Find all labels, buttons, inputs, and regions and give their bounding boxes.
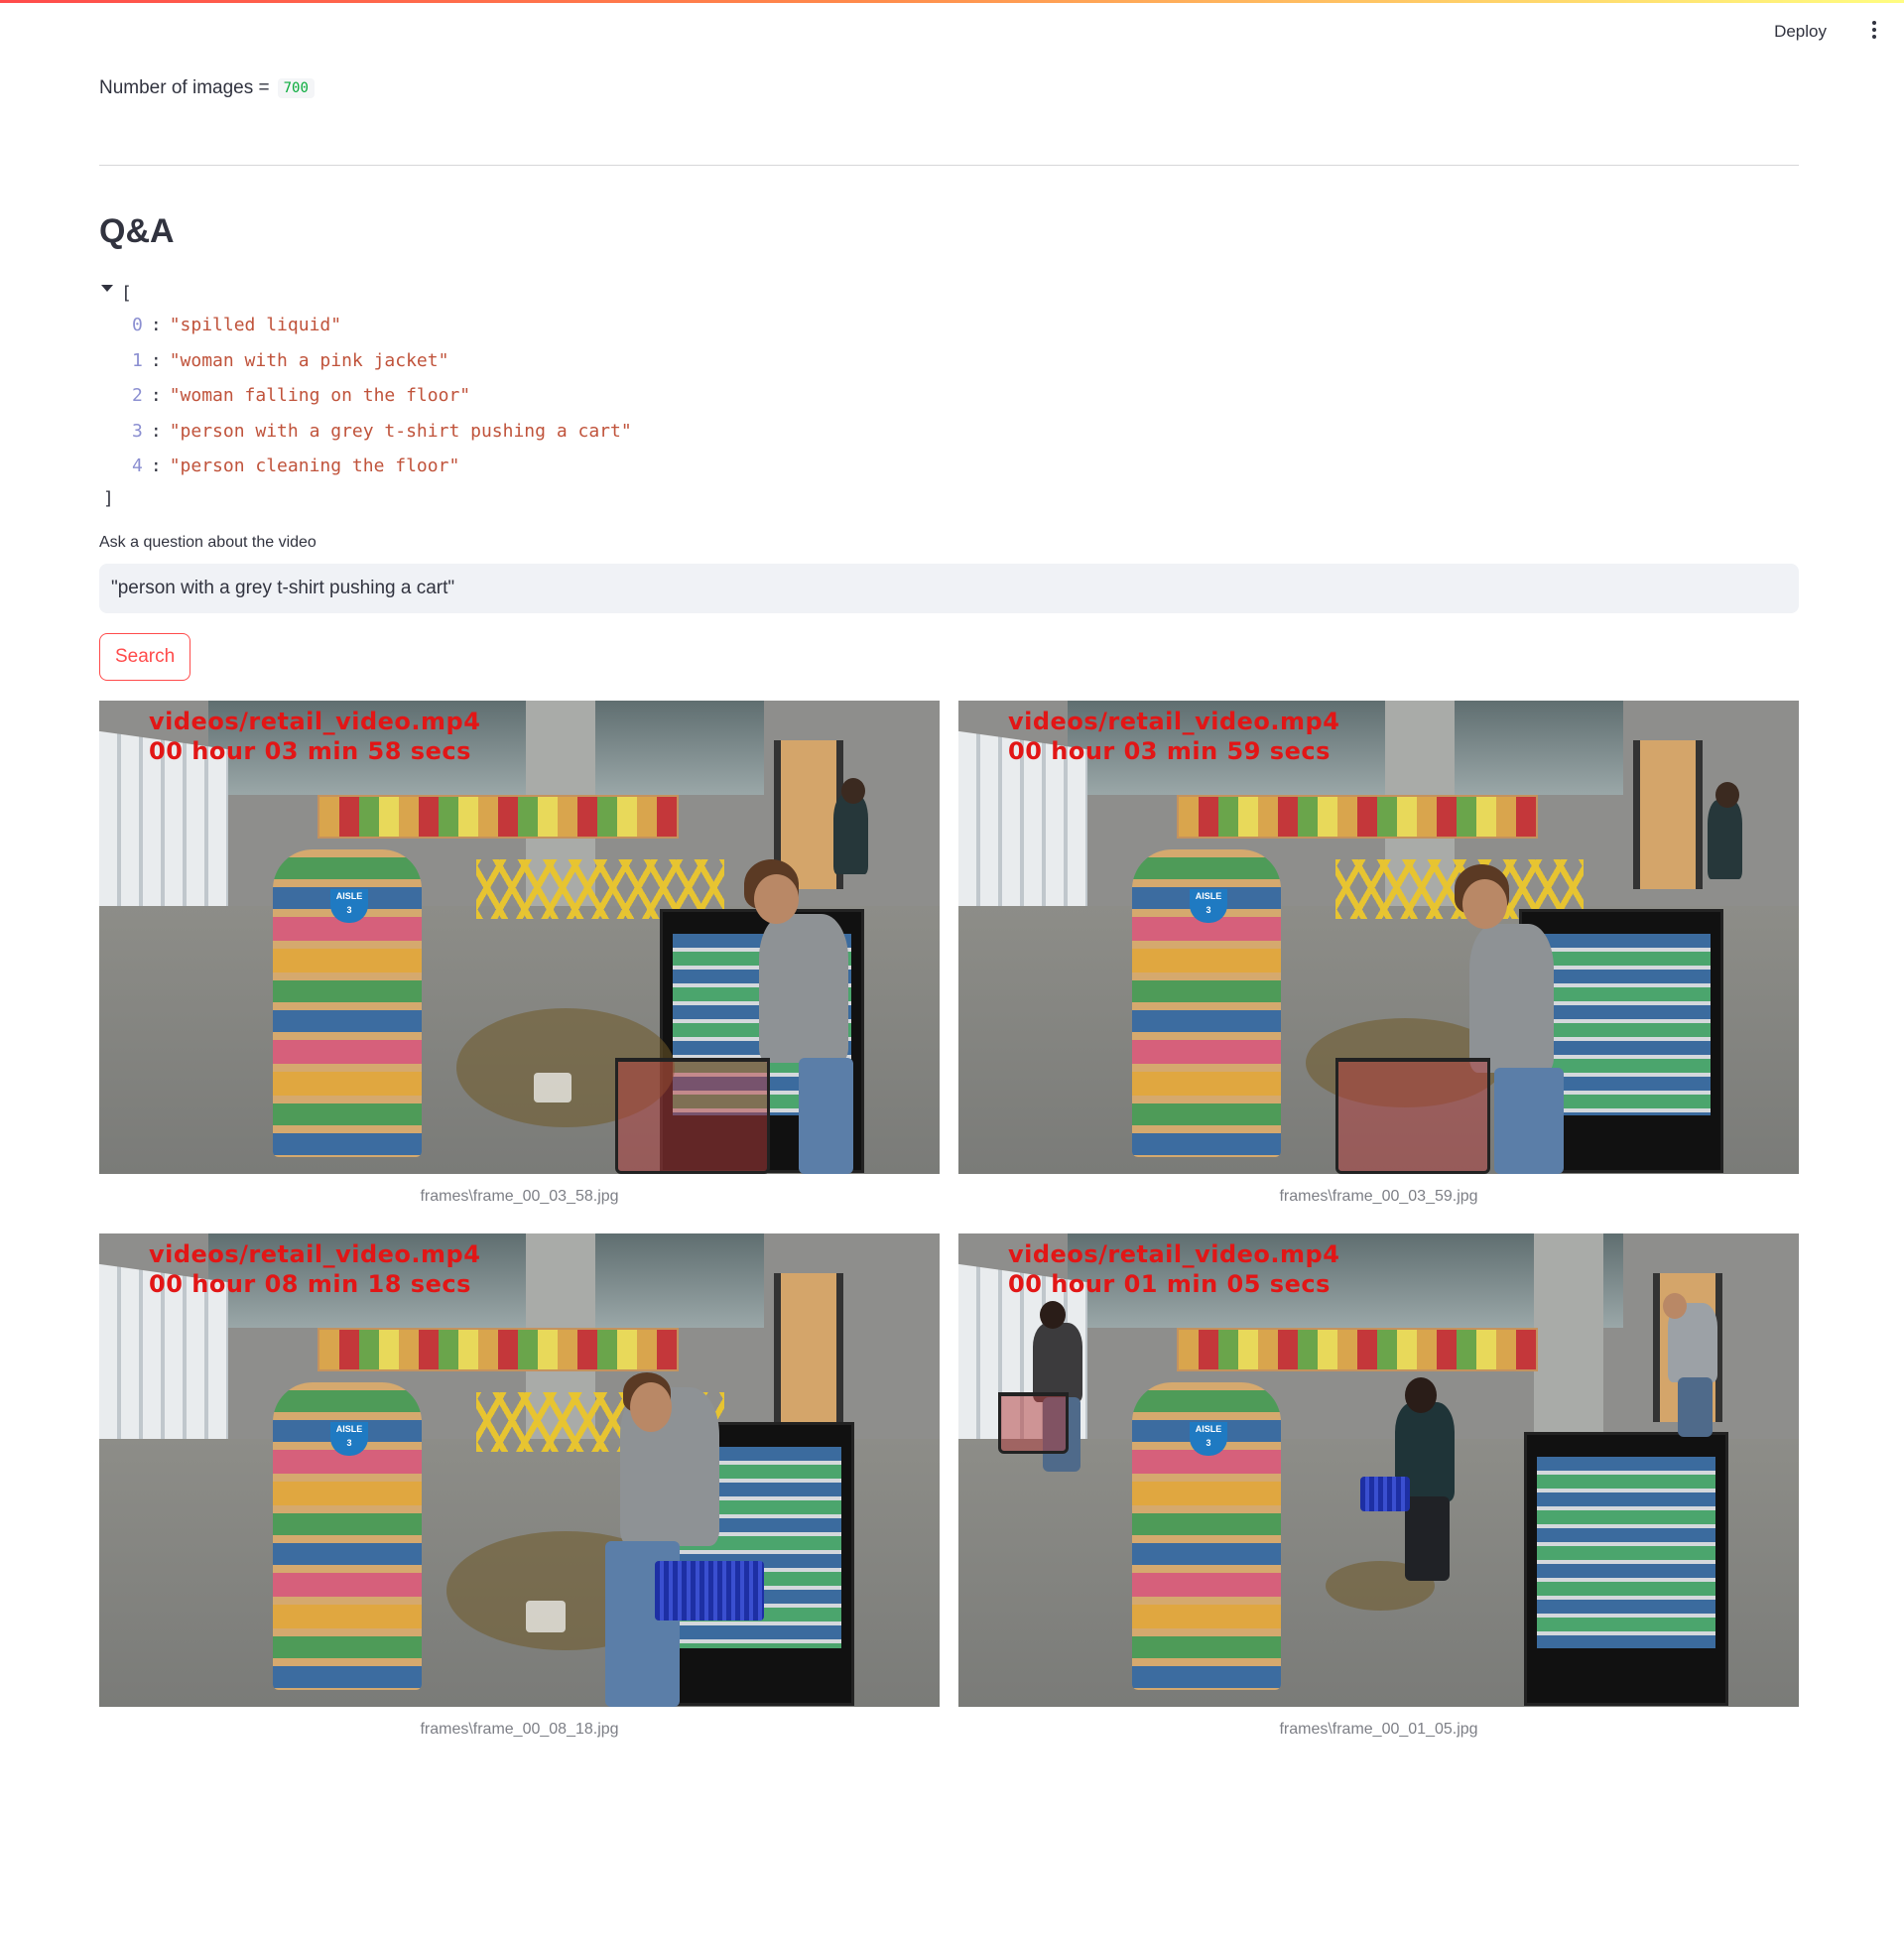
divider — [99, 165, 1799, 166]
json-string: "woman with a pink jacket" — [169, 349, 449, 371]
image-count-label: Number of images = — [99, 77, 270, 98]
json-string: "woman falling on the floor" — [169, 385, 471, 407]
question-input[interactable]: "person with a grey t-shirt pushing a ca… — [99, 564, 1799, 613]
json-row: 4 : "person cleaning the floor" — [132, 455, 460, 477]
result-card: AISLE 3 videos/retail_video.mp4 00 hour … — [958, 1233, 1799, 1747]
deploy-button[interactable]: Deploy — [1766, 18, 1835, 46]
kebab-menu-icon[interactable] — [1864, 18, 1884, 42]
json-row: 2 : "woman falling on the floor" — [132, 385, 471, 407]
header-decoration-bar — [0, 0, 1904, 3]
result-caption: frames\frame_00_01_05.jpg — [1279, 1721, 1478, 1738]
result-image[interactable]: AISLE 3 videos/retail_video.mp4 00 hour 0… — [99, 1233, 940, 1707]
json-open-bracket: [ — [121, 282, 132, 304]
section-title-qa: Q&A — [99, 212, 175, 250]
result-caption: frames\frame_00_08_18.jpg — [420, 1721, 619, 1738]
result-image[interactable]: AISLE 3 videos/retail_video.mp4 00 hour … — [958, 1233, 1799, 1707]
result-card: AISLE 3 videos/retail_video.mp4 00 hour 0… — [99, 1233, 940, 1747]
image-count-row: Number of images = 700 — [99, 77, 315, 99]
json-string: "person with a grey t-shirt pushing a ca… — [169, 420, 632, 442]
result-image[interactable]: AISLE 3 videos/retail_video.mp4 00 hour … — [99, 701, 940, 1174]
video-overlay-text: videos/retail_video.mp4 00 hour 01 min 0… — [1008, 1240, 1340, 1298]
result-caption: frames\frame_00_03_59.jpg — [1279, 1188, 1478, 1205]
question-input-label: Ask a question about the video — [99, 534, 317, 551]
search-button[interactable]: Search — [99, 633, 191, 681]
result-image[interactable]: AISLE 3 videos/retail_video.mp4 00 hour 0… — [958, 701, 1799, 1174]
result-card: AISLE 3 videos/retail_video.mp4 00 hour … — [99, 701, 940, 1214]
json-index: 3 — [132, 420, 143, 442]
json-row: 0 : "spilled liquid" — [132, 315, 342, 336]
json-string: "spilled liquid" — [169, 315, 342, 336]
result-caption: frames\frame_00_03_58.jpg — [420, 1188, 619, 1205]
json-row: 1 : "woman with a pink jacket" — [132, 349, 449, 371]
json-string: "person cleaning the floor" — [169, 455, 460, 477]
json-index: 4 — [132, 455, 143, 477]
result-card: AISLE 3 videos/retail_video.mp4 00 hour 0… — [958, 701, 1799, 1214]
json-viewer: [ 0 : "spilled liquid" 1 : "woman with a… — [99, 278, 632, 514]
json-index: 0 — [132, 315, 143, 336]
collapse-caret-icon[interactable] — [101, 284, 113, 292]
json-index: 2 — [132, 385, 143, 407]
video-overlay-text: videos/retail_video.mp4 00 hour 03 min 5… — [1008, 708, 1340, 765]
json-close-bracket: ] — [103, 488, 114, 509]
video-overlay-text: videos/retail_video.mp4 00 hour 03 min 5… — [149, 708, 481, 765]
image-count-value: 700 — [277, 78, 315, 98]
json-index: 1 — [132, 349, 143, 371]
json-row: 3 : "person with a grey t-shirt pushing … — [132, 420, 632, 442]
video-overlay-text: videos/retail_video.mp4 00 hour 08 min 1… — [149, 1240, 481, 1298]
